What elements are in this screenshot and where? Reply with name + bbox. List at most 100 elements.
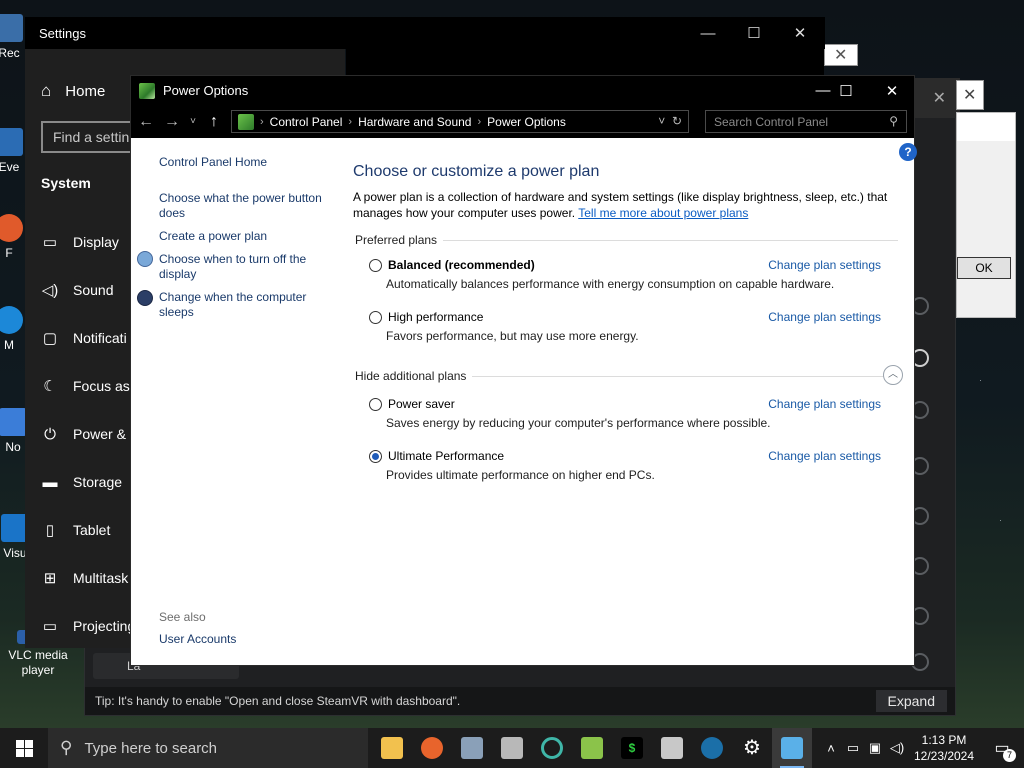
maximize-icon[interactable]: ☐ <box>731 17 777 49</box>
plan-name[interactable]: High performance <box>388 310 483 324</box>
maximize-icon[interactable]: ☐ <box>823 76 869 105</box>
focus-assist-icon: ☾ <box>43 378 57 395</box>
settings-nav-tablet[interactable]: ▯ Tablet <box>41 520 111 540</box>
plan-name[interactable]: Power saver <box>388 397 455 411</box>
network-icon[interactable]: ▣ <box>864 740 886 756</box>
taskbar-app-power-options[interactable] <box>772 728 812 768</box>
settings-nav-power[interactable]: ⏻ Power & s <box>41 424 137 444</box>
taskbar-search-input[interactable]: ⚲ Type here to search <box>48 728 368 768</box>
chevron-up-icon[interactable]: ˄ <box>820 741 842 756</box>
taskbar-app-firefox[interactable] <box>412 728 452 768</box>
expand-button[interactable]: Expand <box>875 690 947 712</box>
power-titlebar: Power Options <box>131 76 914 105</box>
taskbar-app-file-explorer[interactable] <box>372 728 412 768</box>
control-panel-icon <box>238 113 254 130</box>
tip-text: Tip: It's handy to enable "Open and clos… <box>95 694 461 708</box>
close-icon[interactable]: ✕ <box>963 85 976 105</box>
close-icon[interactable]: ✕ <box>869 76 915 105</box>
volume-icon[interactable]: ◁) <box>886 740 908 756</box>
description: A power plan is a collection of hardware… <box>353 189 903 221</box>
clock-time: 1:13 PM <box>921 733 967 747</box>
taskbar-app-photos[interactable] <box>452 728 492 768</box>
change-plan-settings-link[interactable]: Change plan settings <box>768 258 881 272</box>
taskbar-app-notepad-plus[interactable] <box>572 728 612 768</box>
breadcrumb-power-options[interactable]: Power Options <box>487 115 566 129</box>
change-plan-settings-link[interactable]: Change plan settings <box>768 310 881 324</box>
forward-icon[interactable]: → <box>163 113 181 131</box>
settings-nav-focus-assist[interactable]: ☾ Focus ass <box>41 376 137 396</box>
change-plan-settings-link[interactable]: Change plan settings <box>768 397 881 411</box>
taskbar-app-cash[interactable]: $ <box>612 728 652 768</box>
more-info-link[interactable]: Tell me more about power plans <box>578 206 748 220</box>
plan-radio[interactable] <box>369 397 382 411</box>
close-icon[interactable]: ✕ <box>834 45 847 65</box>
plan-radio[interactable] <box>369 310 382 324</box>
battery-icon[interactable]: ▭ <box>842 740 864 756</box>
plan-name[interactable]: Balanced (recommended) <box>388 258 535 272</box>
control-panel-home-link[interactable]: Control Panel Home <box>159 155 334 170</box>
close-icon[interactable]: ✕ <box>777 17 823 49</box>
left-pane: Control Panel Home Choose what the power… <box>131 138 341 665</box>
search-icon: ⚲ <box>889 114 898 128</box>
ok-button[interactable]: OK <box>957 257 1011 279</box>
sound-icon: ◁) <box>41 282 59 299</box>
notification-center-button[interactable]: ▭ 7 <box>980 738 1024 762</box>
turn-off-display-link[interactable]: Choose when to turn off the display <box>159 252 334 282</box>
chevron-right-icon: › <box>348 115 353 128</box>
chevron-up-icon[interactable]: ︿ <box>883 365 903 385</box>
address-bar[interactable]: › Control Panel › Hardware and Sound › P… <box>231 110 689 133</box>
computer-sleeps-link[interactable]: Change when the computer sleeps <box>159 290 334 320</box>
settings-nav-storage[interactable]: ▬ Storage <box>41 472 123 492</box>
create-plan-link[interactable]: Create a power plan <box>159 229 334 244</box>
clock[interactable]: 1:13 PM 12/23/2024 <box>908 732 980 764</box>
taskbar-app-settings[interactable]: ⚙ <box>732 728 772 768</box>
settings-title: Settings <box>39 25 86 41</box>
settings-nav-notifications[interactable]: ▢ Notificati <box>41 328 127 348</box>
plan-name[interactable]: Ultimate Performance <box>388 449 504 463</box>
plan-radio[interactable] <box>369 258 382 272</box>
clock-date: 12/23/2024 <box>913 749 975 763</box>
plan-radio-selected[interactable] <box>369 449 382 463</box>
power-options-icon <box>781 737 803 759</box>
additional-plans-header[interactable]: Hide additional plans <box>355 369 898 383</box>
preferred-plans-header: Preferred plans <box>355 233 898 247</box>
taskbar: ⚲ Type here to search $ ⚙ ˄ ▭ ▣ ◁) 1:13 … <box>0 728 1024 768</box>
settings-nav-projecting[interactable]: ▭ Projecting <box>41 616 135 636</box>
sleep-moon-icon <box>137 290 153 306</box>
taskbar-app-cube[interactable] <box>492 728 532 768</box>
settings-nav-sound[interactable]: ◁) Sound <box>41 280 114 300</box>
firefox-icon <box>421 737 443 759</box>
notification-count: 7 <box>1003 749 1016 762</box>
see-also-label: See also <box>159 610 206 624</box>
taskbar-app-ring[interactable] <box>532 728 572 768</box>
settings-nav-multitasking[interactable]: ⊞ Multitask <box>41 568 129 588</box>
address-bar-row: ← → ˅ ↑ › Control Panel › Hardware and S… <box>131 105 914 138</box>
change-plan-settings-link[interactable]: Change plan settings <box>768 449 881 463</box>
search-control-panel-input[interactable]: Search Control Panel ⚲ <box>705 110 907 133</box>
recent-dropdown-icon[interactable]: ˅ <box>189 116 197 127</box>
taskbar-app-box[interactable] <box>652 728 692 768</box>
user-accounts-link[interactable]: User Accounts <box>159 632 334 647</box>
plan-high-performance: High performance Change plan settings Fa… <box>369 310 899 343</box>
up-icon[interactable]: ↑ <box>205 113 223 131</box>
breadcrumb-hardware-sound[interactable]: Hardware and Sound <box>358 115 471 129</box>
search-icon: ⚲ <box>60 738 73 757</box>
help-icon[interactable]: ? <box>899 143 917 161</box>
breadcrumb-control-panel[interactable]: Control Panel <box>270 115 343 129</box>
settings-section-title: System <box>41 175 91 191</box>
cube-icon <box>501 737 523 759</box>
dialog-titlebar: ✕ <box>956 80 984 110</box>
minimize-icon[interactable]: — <box>685 17 731 49</box>
close-icon[interactable]: ✕ <box>933 88 946 108</box>
settings-nav-display[interactable]: ▭ Display <box>41 232 119 252</box>
settings-home[interactable]: ⌂ Home <box>41 81 105 101</box>
chevron-right-icon: › <box>477 115 482 128</box>
taskbar-app-steam[interactable] <box>692 728 732 768</box>
start-button[interactable] <box>0 728 48 768</box>
back-icon[interactable]: ← <box>137 113 155 131</box>
plan-description: Favors performance, but may use more ene… <box>386 329 639 343</box>
refresh-icon[interactable]: ˅ ↻ <box>658 114 682 128</box>
plan-description: Provides ultimate performance on higher … <box>386 468 655 482</box>
power-button-link[interactable]: Choose what the power button does <box>159 191 334 221</box>
desktop: Rec Eve F M No Visu VLC media player ✕ L… <box>0 0 1024 728</box>
